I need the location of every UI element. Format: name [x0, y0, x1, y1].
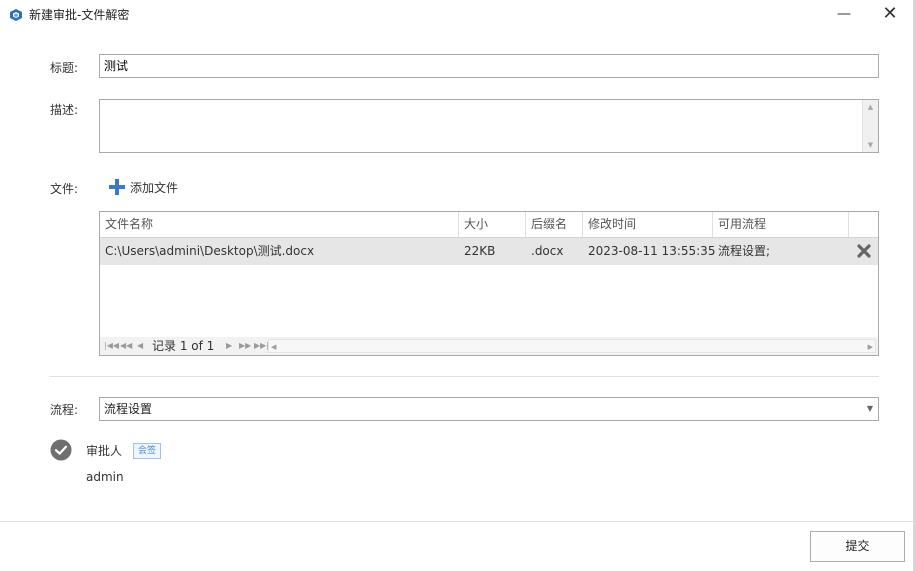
title-input[interactable]: 测试	[99, 54, 879, 78]
files-label: 文件:	[50, 182, 79, 196]
column-header-ext[interactable]: 后缀名	[526, 212, 583, 237]
flow-select[interactable]: 流程设置 ▼	[99, 397, 879, 421]
title-label: 标题:	[50, 61, 79, 75]
next-page-icon[interactable]: ▶	[226, 337, 232, 355]
cell-modified-time: 2023-08-11 13:55:35	[588, 244, 716, 258]
cell-file-ext: .docx	[531, 244, 564, 258]
column-header-flow[interactable]: 可用流程	[713, 212, 849, 237]
scroll-right-icon[interactable]: ▶	[868, 338, 873, 356]
title-bar: 新建审批-文件解密 — ✕	[0, 0, 915, 30]
add-file-label: 添加文件	[130, 180, 179, 195]
delete-x-icon[interactable]	[856, 243, 872, 259]
add-file-button[interactable]: 添加文件	[109, 178, 178, 196]
approver-label: 审批人	[86, 444, 123, 458]
table-row[interactable]: C:\Users\admini\Desktop\测试.docx 22KB .do…	[100, 238, 878, 265]
submit-button[interactable]: 提交	[810, 531, 905, 562]
scroll-down-icon[interactable]: ▼	[863, 138, 878, 152]
window-title: 新建审批-文件解密	[29, 8, 130, 22]
footer-divider	[0, 521, 915, 522]
scroll-up-icon[interactable]: ▲	[863, 100, 878, 114]
table-header: 文件名称 大小 后缀名 修改时间 可用流程	[100, 212, 878, 238]
column-header-size[interactable]: 大小	[459, 212, 526, 237]
prev-page-group-icon[interactable]: ◀◀	[120, 337, 132, 355]
description-textarea[interactable]: ▲ ▼	[99, 99, 879, 153]
scroll-left-icon[interactable]: ◀	[271, 338, 276, 356]
section-divider	[50, 376, 879, 377]
cell-available-flow: 流程设置;	[718, 244, 771, 258]
plus-icon	[109, 179, 125, 195]
first-page-icon[interactable]: |◀◀	[104, 337, 119, 355]
flow-label: 流程:	[50, 403, 79, 417]
description-scrollbar[interactable]: ▲ ▼	[862, 100, 878, 152]
pager-record-text: 记录 1 of 1	[152, 339, 215, 353]
description-label: 描述:	[50, 103, 79, 117]
check-circle-icon	[50, 439, 72, 461]
column-header-name[interactable]: 文件名称	[100, 212, 459, 237]
next-page-group-icon[interactable]: ▶▶	[239, 337, 251, 355]
close-button[interactable]: ✕	[878, 2, 902, 26]
table-pager: |◀◀ ◀◀ ◀ 记录 1 of 1 ▶ ▶▶ ▶▶| ◀ ▶	[100, 337, 878, 355]
minimize-button[interactable]: —	[832, 2, 856, 26]
file-table: 文件名称 大小 后缀名 修改时间 可用流程 C:\Users\admini\De…	[99, 211, 879, 356]
last-page-icon[interactable]: ▶▶|	[254, 337, 269, 355]
horizontal-scrollbar[interactable]: ◀ ▶	[268, 339, 876, 353]
app-icon	[9, 8, 23, 22]
approver-name: admin	[86, 470, 124, 484]
flow-selected-value: 流程设置	[104, 402, 153, 416]
dropdown-arrow-icon[interactable]: ▼	[867, 398, 873, 420]
cell-file-size: 22KB	[464, 244, 496, 258]
cell-file-name: C:\Users\admini\Desktop\测试.docx	[105, 244, 315, 258]
countersign-badge: 会签	[133, 443, 162, 459]
prev-page-icon[interactable]: ◀	[137, 337, 143, 355]
column-header-modified[interactable]: 修改时间	[583, 212, 713, 237]
